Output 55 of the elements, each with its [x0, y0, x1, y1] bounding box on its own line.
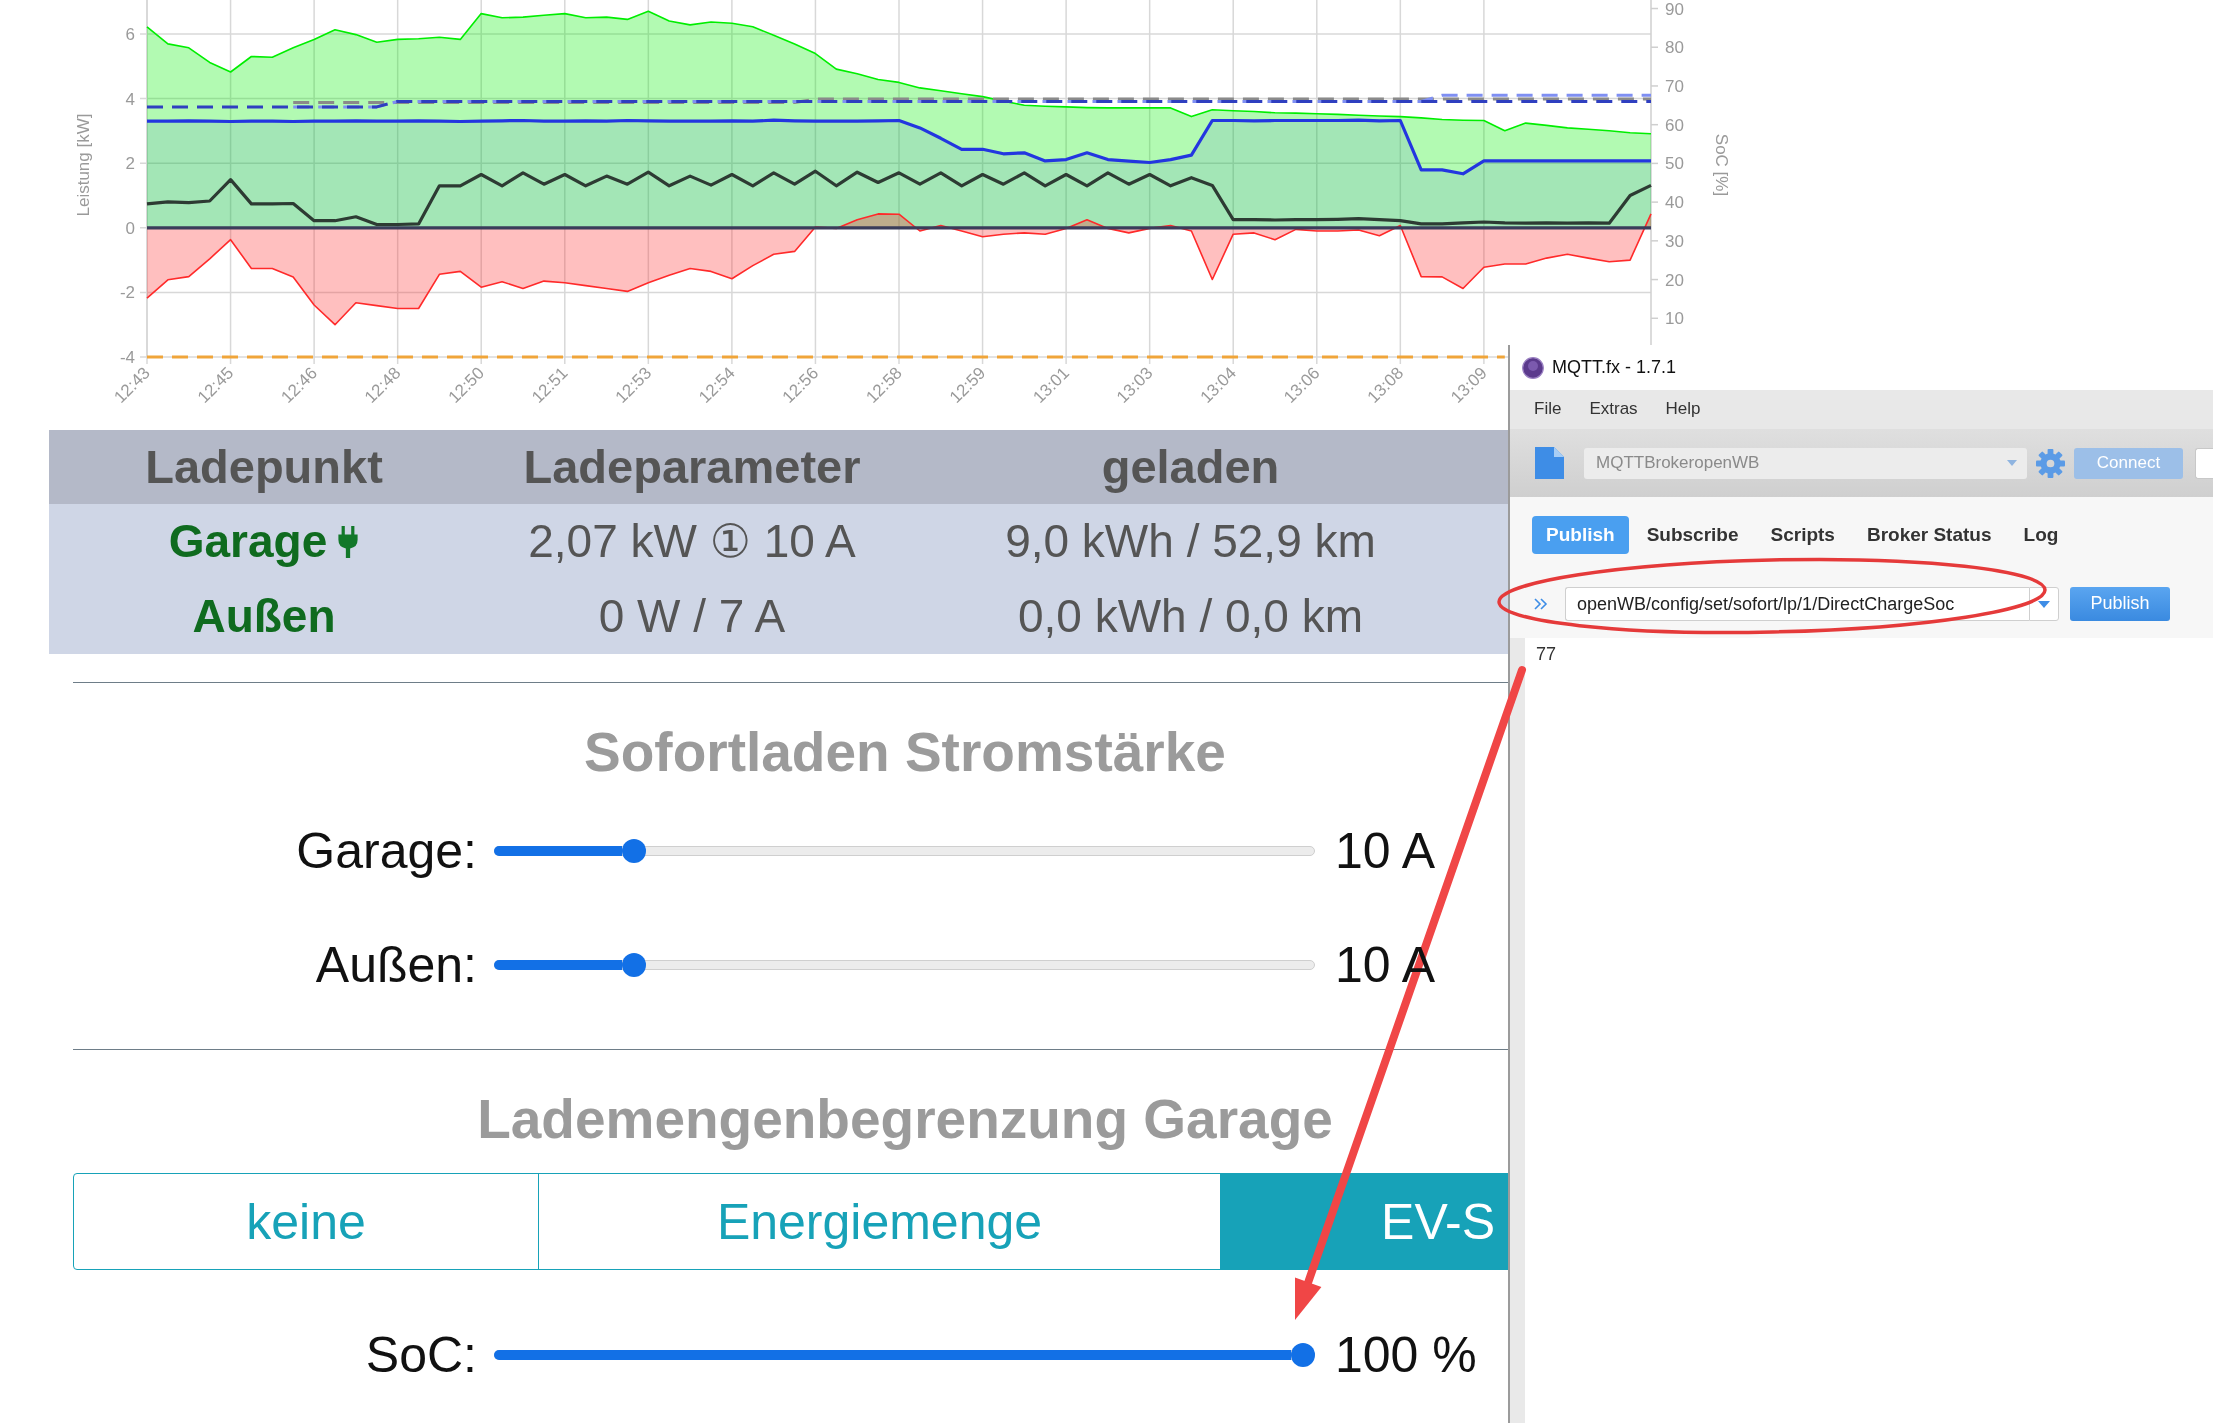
document-icon[interactable] — [1535, 447, 1564, 479]
slider-thumb[interactable] — [621, 953, 646, 977]
slider-value: 100 % — [1335, 1326, 1477, 1385]
table-cell-text: 2,07 kW ① 10 A — [528, 513, 856, 569]
tab[interactable]: Subscribe — [1632, 516, 1753, 554]
app-logo-icon — [1522, 356, 1544, 379]
section-title: Lademengenbegrenzung Garage — [477, 1087, 1333, 1152]
axis-tick-label: 20 — [1665, 270, 1684, 290]
charge-point-name: Außen — [192, 588, 336, 644]
axis-tick-label: -4 — [119, 348, 135, 367]
axis-tick-label: 0 — [125, 218, 135, 238]
axis-tick-label: 60 — [1665, 115, 1684, 135]
axis-tick-label: 4 — [125, 89, 135, 109]
axis-title: SoC [%] — [1712, 133, 1731, 197]
charge-point-name: Garage — [168, 513, 328, 569]
column-header: Ladeparameter — [523, 438, 861, 495]
tab[interactable]: Scripts — [1756, 516, 1849, 554]
tab[interactable]: Broker Status — [1852, 516, 2006, 554]
axis-tick-label: 40 — [1665, 193, 1684, 213]
axis-tick-label: 90 — [1665, 0, 1684, 19]
axis-tick-label: 30 — [1665, 231, 1684, 251]
axis-tick-label: 2 — [125, 154, 135, 174]
menu-item[interactable]: Extras — [1589, 399, 1638, 420]
column-header: Ladepunkt — [145, 438, 383, 495]
axis-tick-label: 10 — [1665, 309, 1684, 329]
dropdown-button[interactable] — [2029, 587, 2059, 621]
menu-item[interactable]: File — [1534, 399, 1562, 420]
column-header: geladen — [1101, 438, 1280, 495]
axis-tick-label: 70 — [1665, 76, 1684, 96]
caret-icon — [2007, 460, 2017, 466]
caret-icon — [2038, 600, 2050, 608]
slider-thumb[interactable] — [1291, 1343, 1315, 1367]
payload-field[interactable]: 77 — [1525, 638, 2213, 1423]
slider-label: SoC: — [365, 1326, 477, 1385]
axis-tick-label: 50 — [1665, 154, 1684, 174]
table-cell-text: 0,0 kWh / 0,0 km — [1017, 588, 1364, 644]
topic-field[interactable]: openWB/config/set/sofort/lp/1/DirectChargeSoc — [1565, 587, 2029, 621]
double-chevron-icon[interactable] — [1534, 597, 1548, 611]
axis-title: Leistung [kW] — [74, 113, 93, 217]
section-title: Sofortladen Stromstärke — [584, 720, 1226, 785]
table-cell-text: 0 W / 7 A — [598, 588, 786, 644]
tab[interactable]: Log — [2009, 516, 2073, 554]
axis-tick-label: 6 — [125, 24, 135, 44]
slider-label: Außen: — [315, 936, 477, 995]
axis-tick-label: -2 — [119, 283, 135, 303]
slider-label: Garage: — [296, 822, 477, 881]
slider-thumb[interactable] — [621, 839, 646, 863]
slider-track[interactable] — [494, 839, 1315, 863]
slider-value: 10 A — [1335, 822, 1436, 881]
table-cell-text: 9,0 kWh / 52,9 km — [1005, 513, 1376, 569]
axis-tick-label: 80 — [1665, 38, 1684, 58]
menu-item[interactable]: Help — [1665, 399, 1701, 420]
slider-track[interactable] — [494, 1343, 1315, 1367]
slider-track[interactable] — [494, 953, 1315, 977]
window-title: MQTT.fx - 1.7.1 — [1552, 356, 1677, 379]
